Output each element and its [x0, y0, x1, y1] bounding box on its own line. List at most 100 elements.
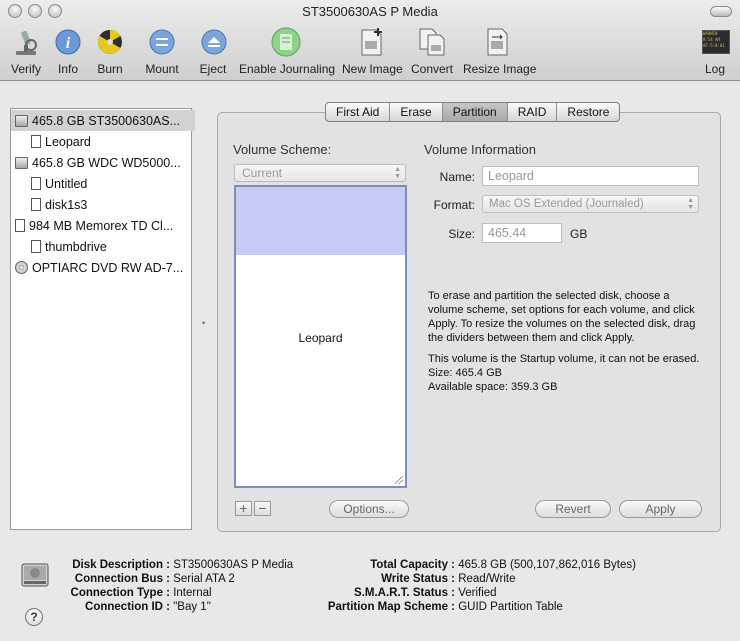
info-label: Info [57, 62, 78, 76]
volume-size-field[interactable]: 465.44 [482, 223, 562, 243]
volume-icon [31, 240, 41, 253]
new-image-label: New Image [342, 62, 403, 76]
volume-item[interactable]: Untitled [11, 173, 211, 194]
add-partition-button[interactable]: + [235, 501, 252, 516]
hard-disk-icon [15, 156, 28, 169]
disk-item[interactable]: OPTIARC DVD RW AD-7... [11, 257, 195, 278]
resize-image-button[interactable]: Resize Image [463, 26, 537, 76]
hard-disk-icon [15, 114, 28, 127]
partition-map-value: GUID Partition Table [458, 601, 563, 613]
volume-item[interactable]: thumbdrive [11, 236, 211, 257]
volume-icon [31, 135, 41, 148]
revert-button[interactable]: Revert [535, 500, 611, 518]
svg-text:i: i [66, 35, 71, 52]
eject-button[interactable]: Eject [198, 26, 228, 76]
convert-label: Convert [410, 62, 454, 76]
volume-item-label: thumbdrive [45, 239, 107, 254]
tab-bar: First Aid Erase Partition RAID Restore [325, 102, 621, 122]
new-image-button[interactable]: New Image [342, 26, 403, 76]
tab-first-aid[interactable]: First Aid [326, 103, 391, 121]
mount-button[interactable]: Mount [143, 26, 181, 76]
write-status-value: Read/Write [458, 573, 516, 585]
volume-scheme-select[interactable]: Current ▲ ▼ [234, 164, 406, 182]
info-button[interactable]: i Info [52, 26, 84, 76]
window-title: ST3500630AS P Media [302, 4, 438, 19]
resize-image-label: Resize Image [463, 62, 537, 76]
mount-label: Mount [145, 62, 179, 76]
enable-journaling-button[interactable]: Enable Journaling [239, 26, 336, 76]
connection-bus-key: Connection Bus : [74, 573, 170, 585]
volume-information-title: Volume Information [424, 142, 537, 157]
burn-label: Burn [97, 62, 123, 76]
tab-partition[interactable]: Partition [442, 103, 508, 121]
enable-journaling-label: Enable Journaling [239, 62, 336, 76]
eject-label: Eject [199, 62, 227, 76]
volume-name-field[interactable]: Leopard [482, 166, 699, 186]
connection-bus-value: Serial ATA 2 [173, 573, 235, 585]
updown-arrows-icon: ▲ ▼ [687, 197, 694, 211]
toolbar-toggle-button[interactable] [710, 6, 732, 17]
connection-type-value: Internal [173, 587, 212, 599]
format-value: Mac OS Extended (Journaled) [489, 198, 644, 210]
volume-item-label: Leopard [45, 134, 91, 149]
apply-button[interactable]: Apply [619, 500, 702, 518]
volume-item[interactable]: disk1s3 [11, 194, 211, 215]
name-label: Name: [439, 170, 475, 184]
disk-description-value: ST3500630AS P Media [173, 559, 294, 571]
available-space-text: Available space: 359.3 GB [428, 381, 558, 393]
new-image-icon [356, 26, 388, 58]
tab-erase[interactable]: Erase [390, 103, 443, 121]
burn-icon [94, 26, 126, 58]
resize-grip-icon[interactable] [395, 476, 403, 484]
total-capacity-value: 465.8 GB (500,107,862,016 Bytes) [458, 559, 636, 571]
log-button[interactable]: WARNIN 9:54 AM AF-5:8:01 Log [700, 26, 730, 76]
connection-id-key: Connection ID : [85, 601, 170, 613]
optical-disc-icon [15, 261, 28, 274]
window-toolbar: ST3500630AS P Media Verify i Info Burn M… [0, 0, 740, 81]
volume-icon [31, 198, 41, 211]
startup-volume-note: This volume is the Startup volume, it ca… [428, 353, 700, 365]
disk-description-key: Disk Description : [72, 559, 170, 571]
burn-button[interactable]: Burn [94, 26, 126, 76]
verify-label: Verify [10, 62, 41, 76]
smart-status-key: S.M.A.R.T. Status : [354, 587, 455, 599]
disk-item-label: 465.8 GB ST3500630AS... [32, 113, 181, 128]
write-status-key: Write Status : [381, 573, 455, 585]
log-label: Log [704, 62, 726, 76]
log-icon: WARNIN 9:54 AM AF-5:8:01 [700, 26, 732, 58]
convert-icon [416, 26, 448, 58]
disk-list[interactable]: 465.8 GB ST3500630AS... Leopard 465.8 GB… [10, 108, 195, 530]
disk-info-left: Disk Description : ST3500630AS P Media C… [40, 558, 294, 614]
partition-map-key: Partition Map Scheme : [327, 601, 455, 613]
volume-icon [31, 177, 41, 190]
updown-arrows-icon: ▲ ▼ [394, 166, 401, 180]
disk-item-label: OPTIARC DVD RW AD-7... [32, 260, 184, 275]
journaling-icon [270, 26, 302, 58]
options-button[interactable]: Options... [329, 500, 409, 518]
disk-item[interactable]: 465.8 GB WDC WD5000... [11, 152, 195, 173]
disk-item[interactable]: 465.8 GB ST3500630AS... [11, 110, 195, 131]
disk-info-right: Total Capacity : 465.8 GB (500,107,862,0… [310, 558, 636, 614]
volume-scheme-value: Current [242, 166, 283, 180]
format-select[interactable]: Mac OS Extended (Journaled) ▲ ▼ [482, 195, 699, 213]
remove-partition-button[interactable]: − [254, 501, 271, 516]
convert-button[interactable]: Convert [410, 26, 454, 76]
volume-size-text: Size: 465.4 GB [428, 367, 502, 379]
verify-button[interactable]: Verify [8, 26, 44, 76]
volume-scheme-label: Volume Scheme: [233, 142, 332, 157]
disk-item[interactable]: 984 MB Memorex TD Cl... [11, 215, 195, 236]
tab-raid[interactable]: RAID [508, 103, 558, 121]
help-paragraph: To erase and partition the selected disk… [428, 290, 696, 344]
disk-item-label: 984 MB Memorex TD Cl... [29, 218, 174, 233]
usb-drive-icon [15, 219, 25, 232]
partition-help-text: To erase and partition the selected disk… [428, 289, 708, 394]
partition-name: Leopard [298, 331, 343, 345]
mount-icon [146, 26, 178, 58]
volume-scheme-map[interactable]: Leopard [234, 185, 407, 488]
volume-item[interactable]: Leopard [11, 131, 211, 152]
tab-restore[interactable]: Restore [557, 103, 619, 121]
connection-type-key: Connection Type : [70, 587, 170, 599]
smart-status-value: Verified [458, 587, 497, 599]
split-view-handle[interactable]: • [202, 318, 205, 328]
volume-item-label: Untitled [45, 176, 88, 191]
